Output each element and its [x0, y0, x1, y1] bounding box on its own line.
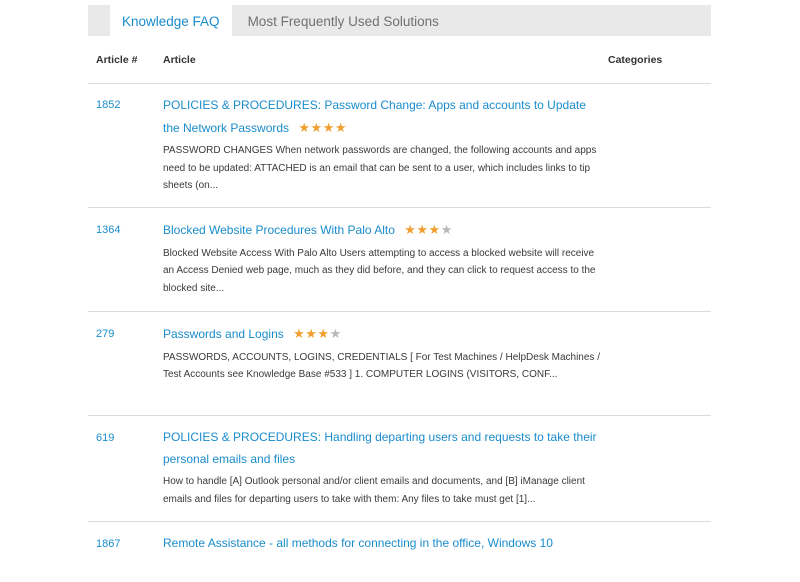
article-cell: Passwords and Logins ★★★★ PASSWORDS, ACC…	[163, 323, 603, 384]
article-title-link[interactable]: Blocked Website Procedures With Palo Alt…	[163, 223, 395, 237]
article-cell: Blocked Website Procedures With Palo Alt…	[163, 219, 603, 297]
table-row: 619 POLICIES & PROCEDURES: Handling depa…	[88, 416, 711, 522]
star-filled-icon: ★	[305, 326, 318, 341]
star-empty-icon: ★	[440, 222, 453, 237]
star-filled-icon: ★	[293, 326, 306, 341]
header-categories: Categories	[608, 53, 663, 66]
article-cell: POLICIES & PROCEDURES: Handling departin…	[163, 427, 603, 508]
tab-most-used-solutions[interactable]: Most Frequently Used Solutions	[236, 5, 451, 36]
star-filled-icon: ★	[416, 222, 429, 237]
header-article-number: Article #	[96, 53, 138, 66]
article-cell: POLICIES & PROCEDURES: Password Change: …	[163, 95, 603, 195]
star-filled-icon: ★	[334, 119, 348, 135]
article-title-link[interactable]: POLICIES & PROCEDURES: Password Change: …	[163, 98, 586, 135]
star-filled-icon: ★	[404, 222, 417, 237]
rating-stars: ★★★★	[293, 323, 342, 345]
article-title-cell: Blocked Website Procedures With Palo Alt…	[163, 219, 603, 242]
article-title-cell: POLICIES & PROCEDURES: Password Change: …	[163, 95, 603, 139]
header-article: Article	[163, 53, 196, 66]
star-filled-icon: ★	[428, 222, 441, 237]
table-row: 1852 POLICIES & PROCEDURES: Password Cha…	[88, 84, 711, 208]
article-cell: Remote Assistance - all methods for conn…	[163, 533, 603, 558]
article-excerpt: Blocked Website Access With Palo Alto Us…	[163, 247, 596, 294]
rating-stars: ★★★★	[298, 117, 347, 139]
article-title-cell: POLICIES & PROCEDURES: Handling departin…	[163, 427, 603, 470]
article-number-link[interactable]: 1364	[96, 224, 120, 236]
article-title-link[interactable]: POLICIES & PROCEDURES: Handling departin…	[163, 430, 597, 466]
star-filled-icon: ★	[322, 119, 335, 135]
article-number-link[interactable]: 1867	[96, 538, 120, 550]
table-header: Article # Article Categories	[88, 36, 711, 84]
star-filled-icon: ★	[298, 119, 311, 135]
article-title-link[interactable]: Remote Assistance - all methods for conn…	[163, 536, 553, 550]
knowledge-panel: Knowledge FAQ Most Frequently Used Solut…	[88, 5, 711, 582]
article-excerpt: PASSWORDS, ACCOUNTS, LOGINS, CREDENTIALS…	[163, 351, 600, 381]
article-excerpt: How to handle [A] Outlook personal and/o…	[163, 476, 585, 505]
star-filled-icon: ★	[317, 326, 330, 341]
table-row: 1364 Blocked Website Procedures With Pal…	[88, 208, 711, 312]
star-filled-icon: ★	[310, 119, 323, 135]
rating-stars: ★★★★	[404, 219, 453, 241]
article-title-link[interactable]: Passwords and Logins	[163, 327, 284, 341]
tab-bar: Knowledge FAQ Most Frequently Used Solut…	[88, 5, 711, 36]
article-number-link[interactable]: 619	[96, 432, 114, 444]
article-title-cell: Passwords and Logins ★★★★	[163, 323, 603, 346]
article-number-link[interactable]: 279	[96, 328, 114, 340]
article-number-link[interactable]: 1852	[96, 99, 120, 111]
table-row: 279 Passwords and Logins ★★★★ PASSWORDS,…	[88, 312, 711, 416]
table-row: 1867 Remote Assistance - all methods for…	[88, 522, 711, 582]
star-empty-icon: ★	[329, 326, 342, 341]
article-excerpt: PASSWORD CHANGES When network passwords …	[163, 145, 597, 192]
tab-knowledge-faq[interactable]: Knowledge FAQ	[110, 5, 232, 36]
